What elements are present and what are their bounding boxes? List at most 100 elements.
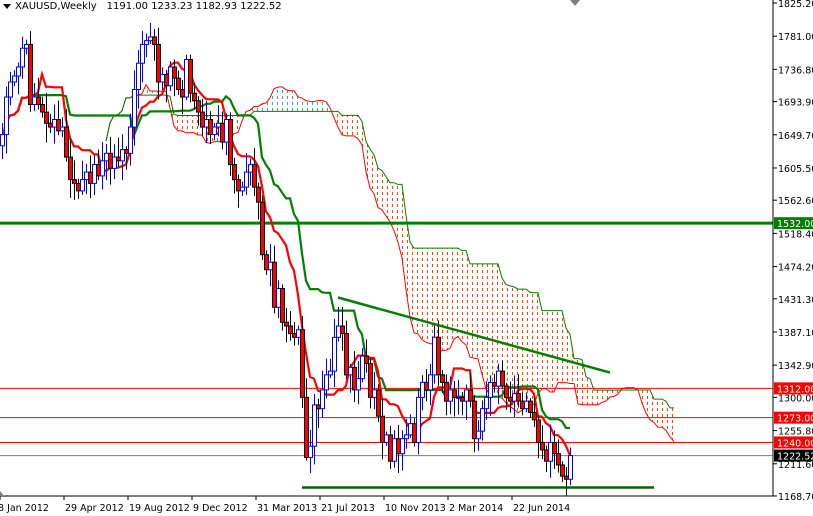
time-tick-label: 21 Jul 2013 [321,503,375,514]
candle-body [112,156,117,169]
candle [416,388,421,455]
candle-body [168,66,173,87]
cloud-segment [450,248,454,349]
candle-body [124,149,129,154]
cloud-segment [478,263,482,375]
candle-body [528,400,533,413]
candle [88,155,93,199]
cloud-segment [570,334,574,384]
cloud-segment [354,115,358,139]
candle-body [252,164,257,188]
cloud-segment [594,390,598,405]
cloud-segment [430,248,434,344]
candle [180,79,185,115]
candle [84,163,89,195]
candle-body [272,261,277,308]
candle-body [60,126,65,132]
time-tick-label: 10 Nov 2013 [385,503,446,514]
price-tick-label: 1431.30 [778,295,813,306]
candle [444,374,449,416]
cloud-segment [282,86,286,112]
cloud-segment [318,100,322,112]
candle [336,307,341,342]
candle [480,400,485,441]
candle [80,160,85,195]
candle-body [404,434,409,440]
candle [264,250,269,275]
candle-body [464,389,469,402]
candle [44,92,49,143]
candle [184,54,189,101]
candle-body [64,126,69,158]
candle-body [212,126,217,136]
ichimoku-lines [0,61,572,456]
candle-body [248,164,253,173]
candle [72,160,77,200]
cloud-segment [574,358,578,404]
cloud-segment [446,248,450,351]
candle-body [316,404,321,410]
candle [144,33,149,58]
candle [248,158,253,186]
cloud-segment [306,100,310,112]
candle [68,138,73,198]
cloud-segment [470,263,474,359]
time-tick-label: 31 Mar 2013 [257,503,317,514]
chart-shift-marker-icon[interactable] [570,0,580,6]
cloud-segment [486,263,490,395]
candle-body [552,441,557,455]
candle-body [280,287,285,323]
candle-body [376,389,381,417]
candle [104,143,109,181]
candle [376,384,381,422]
candle [356,361,361,405]
candle-body [364,355,369,365]
candle [560,461,565,483]
candle-body [40,104,45,113]
candle-body [292,333,297,338]
candle [40,96,45,118]
cloud-segment [398,184,402,258]
candle-body [160,73,165,83]
candle-body [340,325,345,335]
candle-body [244,171,249,188]
candle-body [200,111,205,128]
candle [280,284,285,331]
cloud-segment [542,310,546,389]
price-chart[interactable]: 1825.20 1781.00 1736.80 1693.90 1649.70 1605.… [0,0,813,516]
candle [240,181,245,196]
candle-body [300,329,305,398]
candle [328,358,333,378]
time-tick-label: 29 Apr 2012 [65,503,124,514]
candle-body [420,381,425,398]
cloud-segment [546,310,550,393]
candle [160,67,165,90]
candle-body [396,438,401,455]
candle-body [428,374,433,391]
candle [76,178,81,199]
price-tick-label: 1825.20 [778,0,813,10]
candle-body [148,36,153,42]
dropdown-triangle-icon[interactable] [3,4,11,9]
candle-body [368,363,373,398]
cloud-segment [278,86,282,112]
time-tick-label: 9 Dec 2012 [193,503,248,514]
candle [300,316,305,408]
senkou-span-b-line [105,94,674,409]
candle-body [444,381,449,402]
candle [472,394,477,453]
candle-body [192,92,197,102]
candle-body [208,119,213,136]
candle [412,417,417,447]
candle-body [388,434,393,462]
candle-body [204,119,209,128]
candle-body [0,134,5,147]
candle-body [220,122,225,143]
symbol-timeframe: XAUUSD,Weekly [15,1,97,12]
candle [176,70,181,96]
candle-body [392,438,397,462]
candle-body [508,396,513,402]
price-tick-label: 1474.20 [778,263,813,274]
cloud-segment [550,310,554,393]
candle [528,398,533,418]
